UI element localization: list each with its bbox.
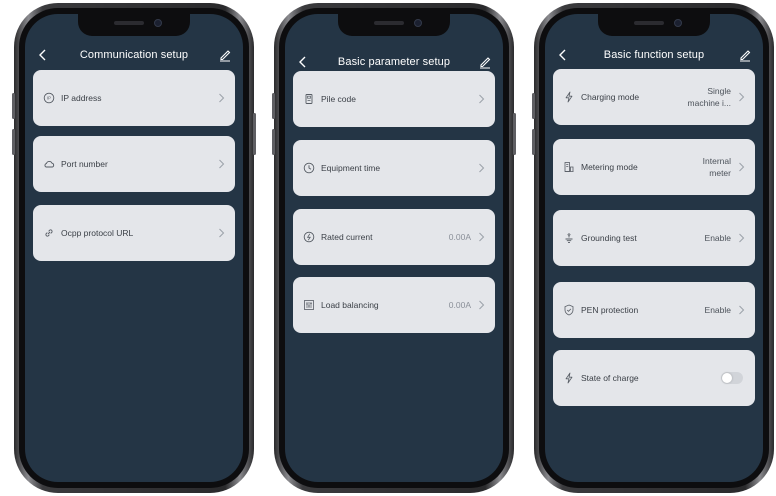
chevron-right-icon [739,233,745,243]
phone-frame-basic-function: Basic function setup Charging mode Singl… [532,3,774,493]
side-button [532,93,535,119]
setting-item-port-number[interactable]: Port number [33,136,235,192]
setting-item-rated-current[interactable]: Rated current 0.00A [293,209,495,265]
shield-icon [564,304,574,316]
notch [338,14,450,36]
value-line: meter [709,168,731,178]
chevron-right-icon [479,94,485,104]
chevron-right-icon [479,163,485,173]
setting-item-value: Internal meter [703,155,731,179]
chevron-right-icon [739,92,745,102]
setting-item-equipment-time[interactable]: Equipment time [293,140,495,196]
header: Communication setup [25,44,243,66]
screen: Communication setup IP IP address Port n… [25,14,243,482]
setting-item-label: Metering mode [581,162,638,172]
setting-item-grounding-test[interactable]: Grounding test Enable [553,210,755,266]
chevron-right-icon [739,162,745,172]
value-line: Single [707,86,731,96]
side-button [532,129,535,155]
setting-item-label: Ocpp protocol URL [61,228,134,238]
toggle-knob [722,373,732,383]
setting-item-charging-mode[interactable]: Charging mode Single machine i... [553,69,755,125]
setting-item-label: Port number [61,159,108,169]
setting-item-pile-code[interactable]: Pile code [293,71,495,127]
setting-item-value: Single machine i... [688,85,731,109]
setting-item-metering-mode[interactable]: Metering mode Internal meter [553,139,755,195]
header: Basic parameter setup [285,51,503,73]
ground-icon [565,233,573,243]
setting-item-pen-protection[interactable]: PEN protection Enable [553,282,755,338]
phone-bezel: Basic parameter setup Pile code Equipmen… [279,8,509,488]
setting-item-value: Enable [704,233,731,243]
setting-item-state-of-charge[interactable]: State of charge [553,350,755,406]
pile-icon [305,94,313,104]
current-icon [303,231,315,243]
setting-item-label: PEN protection [581,305,639,315]
back-arrow-icon[interactable] [35,47,51,63]
setting-item-ocpp-url[interactable]: Ocpp protocol URL [33,205,235,261]
phone-frame-communication: Communication setup IP IP address Port n… [12,3,256,493]
setting-item-label: IP address [61,93,102,103]
side-button [513,113,516,155]
chevron-right-icon [479,232,485,242]
meter-icon [564,162,574,172]
lightning-icon [565,91,573,103]
setting-item-label: Equipment time [321,163,381,173]
side-button [12,129,15,155]
phone-bezel: Communication setup IP IP address Port n… [19,8,249,488]
setting-item-label: Charging mode [581,92,640,102]
value-line: machine i... [687,98,731,108]
setting-item-value: Enable [704,305,731,315]
notch [598,14,710,36]
edit-icon[interactable] [217,47,233,63]
setting-item-label: State of charge [581,373,639,383]
setting-item-value: 0.00A [448,232,471,242]
value-line: Internal [702,156,731,166]
lightning-icon [565,372,573,384]
chevron-right-icon [219,93,225,103]
edit-icon[interactable] [737,47,753,63]
chevron-right-icon [479,300,485,310]
phone-frame-basic-parameter: Basic parameter setup Pile code Equipmen… [272,3,516,493]
side-button [12,93,15,119]
setting-item-value: 0.00A [448,300,471,310]
screen: Basic function setup Charging mode Singl… [545,14,763,482]
setting-item-load-balancing[interactable]: Load balancing 0.00A [293,277,495,333]
ip-icon: IP [43,92,55,104]
setting-item-ip-address[interactable]: IP IP address [33,70,235,126]
page-title: Communication setup [79,49,189,61]
edit-icon[interactable] [477,54,493,70]
screen: Basic parameter setup Pile code Equipmen… [285,14,503,482]
page-title: Basic function setup [603,49,705,61]
chevron-right-icon [219,159,225,169]
side-button [272,93,275,119]
side-button [272,129,275,155]
chevron-right-icon [739,305,745,315]
setting-item-label: Pile code [321,94,356,104]
back-arrow-icon[interactable] [555,47,571,63]
setting-item-label: Load balancing [321,300,379,310]
cloud-icon [44,161,55,168]
svg-text:IP: IP [47,96,51,101]
sliders-icon [304,300,314,310]
header: Basic function setup [545,44,763,66]
state-of-charge-toggle[interactable] [721,372,743,384]
link-icon [45,229,53,237]
clock-icon [303,162,315,174]
chevron-right-icon [219,228,225,238]
page-title: Basic parameter setup [337,56,451,68]
side-button [253,113,256,155]
setting-item-label: Grounding test [581,233,637,243]
notch [78,14,190,36]
phone-bezel: Basic function setup Charging mode Singl… [539,8,769,488]
back-arrow-icon[interactable] [295,54,311,70]
setting-item-label: Rated current [321,232,373,242]
